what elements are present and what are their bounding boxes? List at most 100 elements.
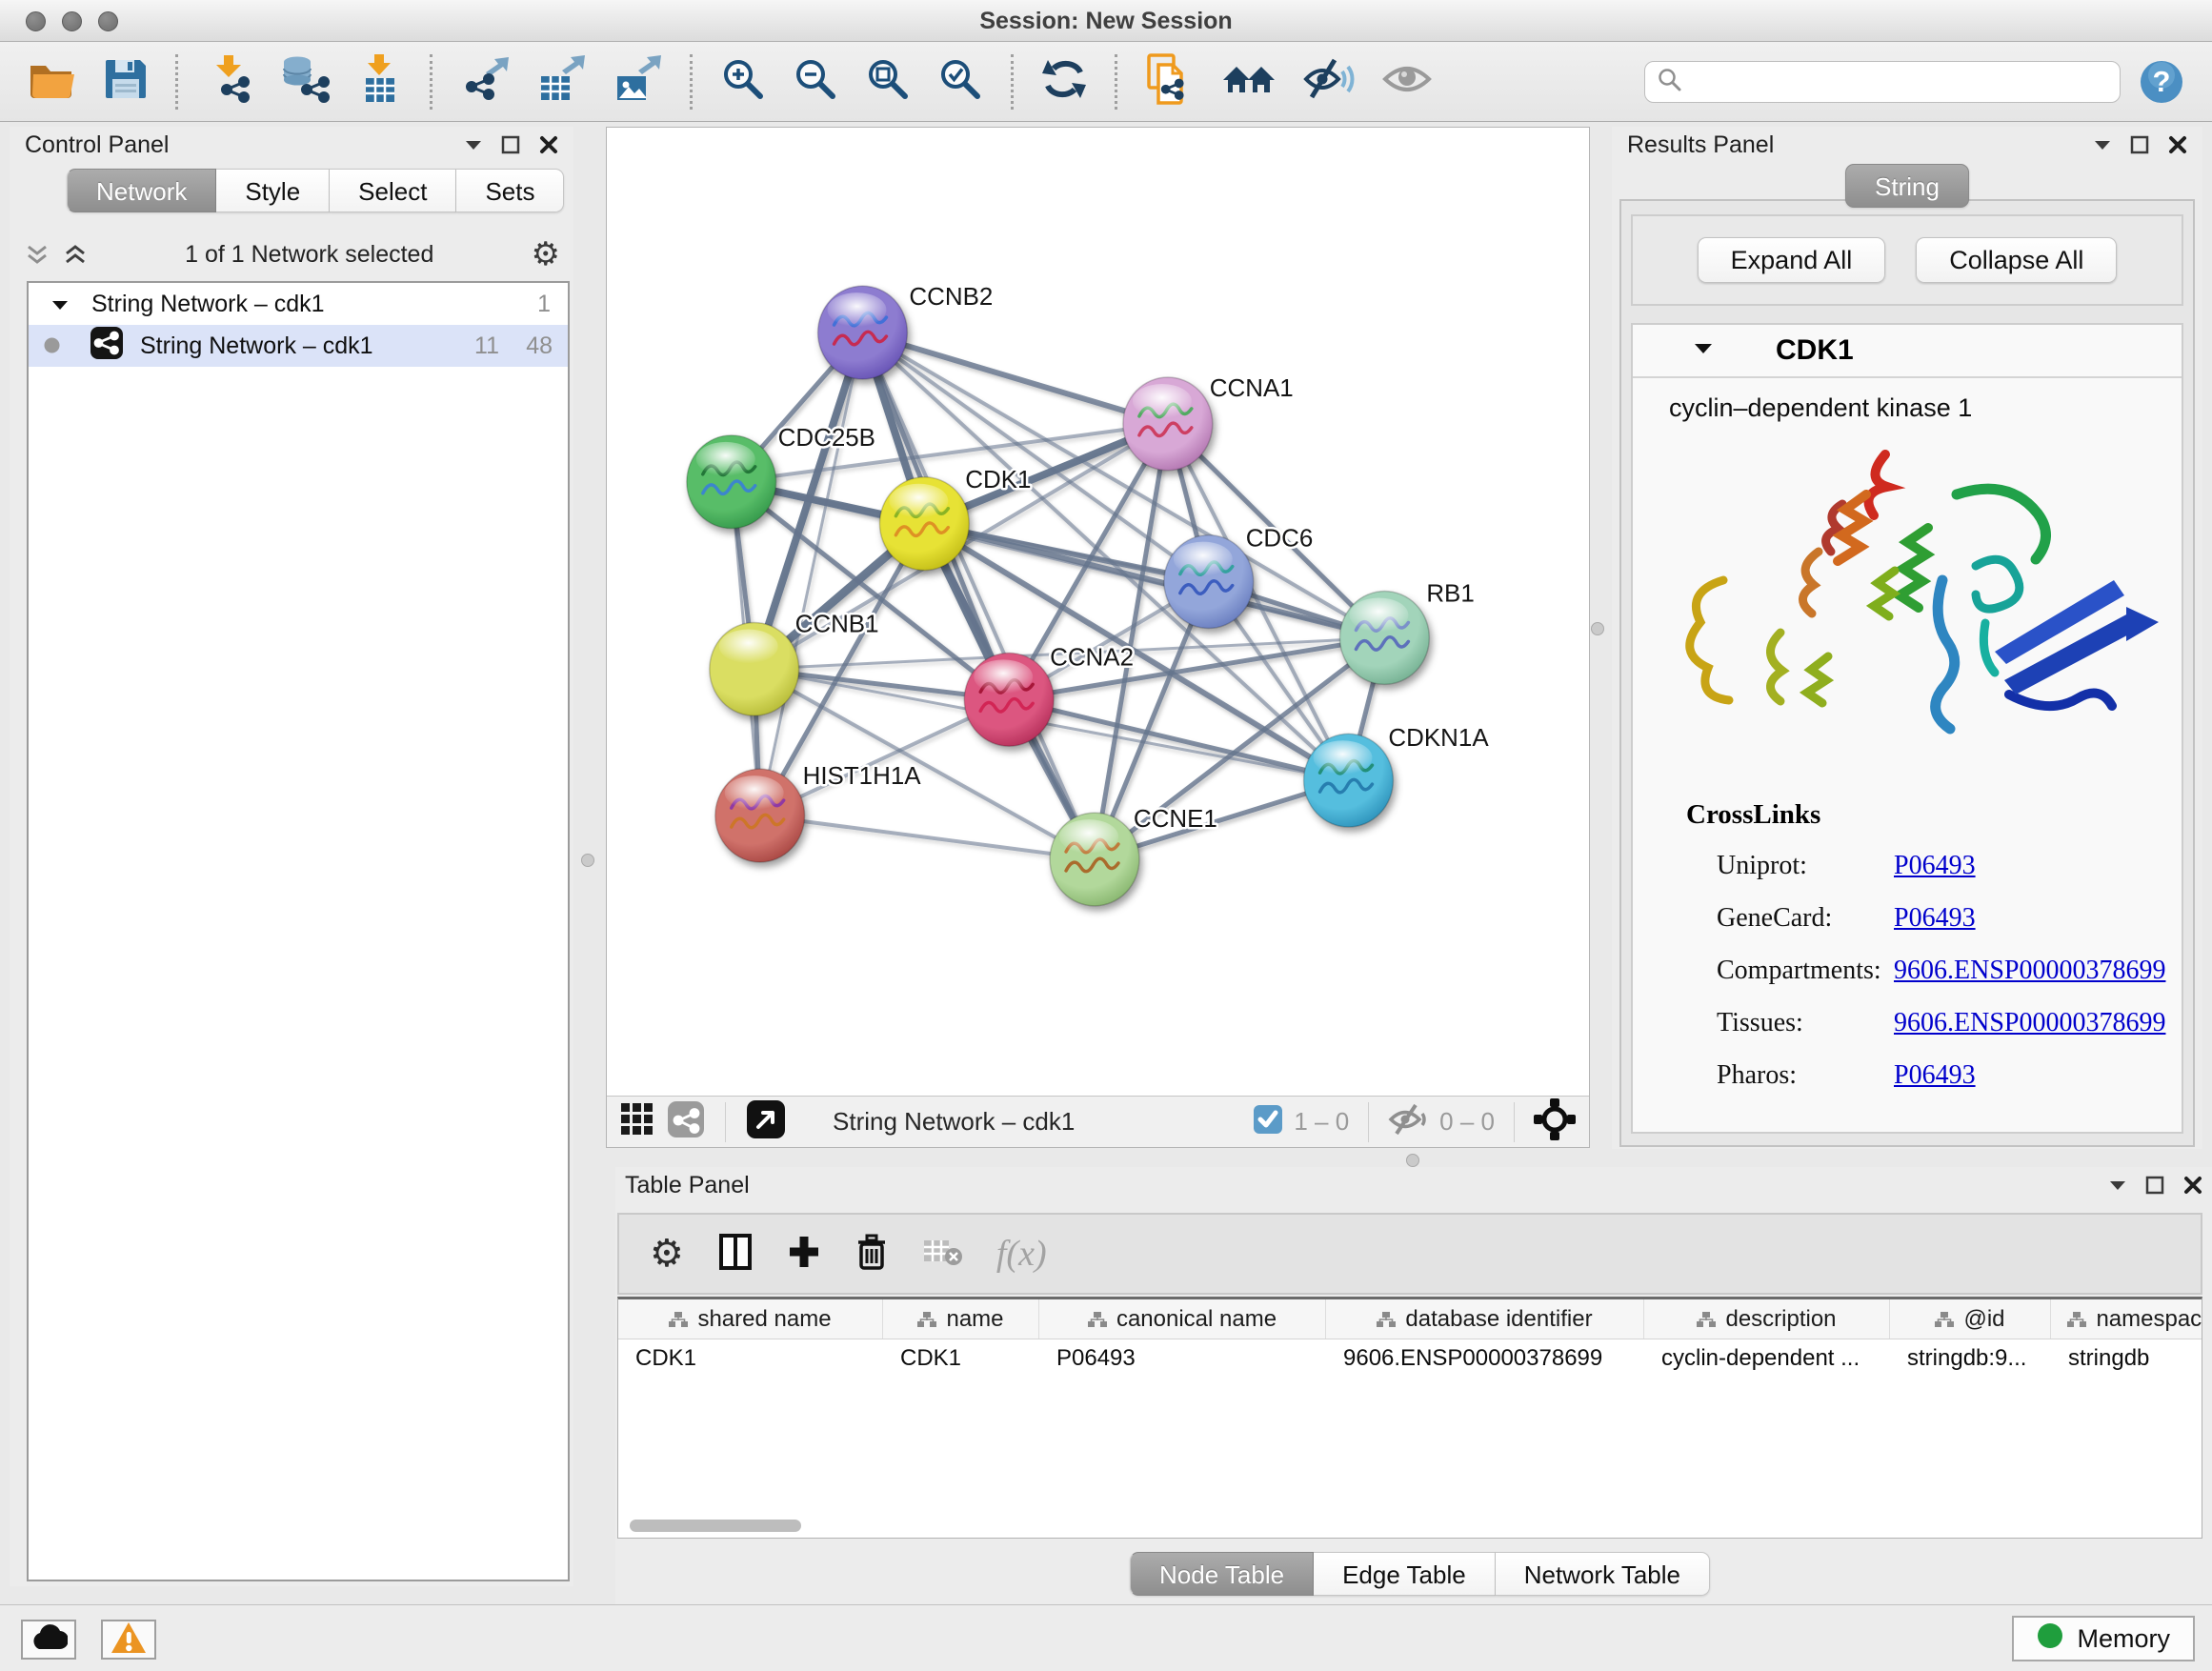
crosslink-link[interactable]: P06493 bbox=[1894, 1060, 1976, 1091]
import-network-file-button[interactable] bbox=[197, 50, 262, 112]
memory-button[interactable]: Memory bbox=[2012, 1616, 2195, 1661]
zoom-selected-button[interactable] bbox=[929, 52, 992, 111]
import-table-button[interactable] bbox=[350, 50, 411, 112]
warnings-button[interactable] bbox=[101, 1620, 156, 1660]
network-row-selected[interactable]: String Network – cdk1 11 48 bbox=[29, 325, 568, 367]
column-header-database-identifier[interactable]: database identifier bbox=[1326, 1299, 1644, 1339]
column-header-description[interactable]: description bbox=[1644, 1299, 1890, 1339]
tab-edge-table[interactable]: Edge Table bbox=[1314, 1552, 1496, 1596]
table-cell[interactable]: stringdb:9... bbox=[1890, 1339, 2051, 1378]
help-button[interactable]: ? bbox=[2130, 55, 2193, 109]
table-cell[interactable]: P06493 bbox=[1039, 1339, 1326, 1378]
zoom-in-button[interactable] bbox=[712, 52, 774, 111]
network-edge[interactable] bbox=[760, 815, 1095, 859]
network-node-CCNE1[interactable] bbox=[1050, 813, 1139, 906]
table-gear-icon[interactable]: ⚙ bbox=[650, 1235, 684, 1273]
panel-float-icon[interactable] bbox=[2145, 1176, 2164, 1195]
network-node-CCNB1[interactable] bbox=[710, 622, 799, 715]
network-canvas[interactable]: CCNB2CCNA1CDC25BCDK1CDC6RB1CCNB1CCNA2CDK… bbox=[607, 128, 1589, 1096]
collapse-all-button[interactable]: Collapse All bbox=[1916, 237, 2117, 283]
crosslink-link[interactable]: P06493 bbox=[1894, 851, 1976, 881]
cloud-button[interactable] bbox=[21, 1620, 76, 1660]
export-network-button[interactable] bbox=[452, 51, 518, 111]
save-session-button[interactable] bbox=[95, 54, 156, 109]
horizontal-splitter-handle[interactable] bbox=[1406, 1154, 1419, 1167]
panel-menu-icon[interactable] bbox=[2109, 1179, 2126, 1191]
panel-menu-icon[interactable] bbox=[465, 139, 482, 151]
tab-node-table[interactable]: Node Table bbox=[1130, 1552, 1314, 1596]
disclosure-triangle-icon[interactable] bbox=[51, 291, 69, 318]
network-node-CCNA1[interactable] bbox=[1123, 377, 1213, 471]
show-columns-icon[interactable] bbox=[718, 1233, 753, 1276]
crosslink-link[interactable]: P06493 bbox=[1894, 903, 1976, 934]
network-collection-row[interactable]: String Network – cdk1 1 bbox=[29, 283, 568, 325]
zoom-out-button[interactable] bbox=[784, 52, 847, 111]
add-column-icon[interactable] bbox=[787, 1233, 821, 1276]
table-cell[interactable]: CDK1 bbox=[883, 1339, 1039, 1378]
export-table-button[interactable] bbox=[528, 51, 594, 111]
show-all-button[interactable] bbox=[1373, 56, 1441, 107]
expand-all-button[interactable]: Expand All bbox=[1698, 237, 1886, 283]
column-header-name[interactable]: name bbox=[883, 1299, 1039, 1339]
open-session-button[interactable] bbox=[19, 54, 86, 109]
tab-select[interactable]: Select bbox=[330, 169, 456, 212]
import-network-database-button[interactable] bbox=[271, 50, 340, 112]
panel-float-icon[interactable] bbox=[2130, 135, 2149, 154]
horizontal-scrollbar[interactable] bbox=[630, 1520, 801, 1532]
panel-float-icon[interactable] bbox=[501, 135, 520, 154]
crosslink-link[interactable]: 9606.ENSP00000378699 bbox=[1894, 1008, 2165, 1038]
network-edge[interactable] bbox=[1009, 699, 1348, 780]
network-edge[interactable] bbox=[862, 332, 1167, 424]
network-node-CDC6[interactable] bbox=[1164, 535, 1254, 629]
delete-column-icon[interactable] bbox=[855, 1233, 888, 1276]
table-cell[interactable]: cyclin-dependent ... bbox=[1644, 1339, 1890, 1378]
hide-selected-button[interactable] bbox=[1295, 54, 1363, 109]
tab-network[interactable]: Network bbox=[67, 169, 216, 212]
detach-view-icon[interactable] bbox=[747, 1100, 785, 1143]
network-node-CDKN1A[interactable] bbox=[1304, 734, 1394, 827]
network-node-CDC25B[interactable] bbox=[687, 435, 776, 529]
table-cell[interactable]: 9606.ENSP00000378699 bbox=[1326, 1339, 1644, 1378]
birds-eye-grid-icon[interactable] bbox=[620, 1102, 654, 1141]
export-image-button[interactable] bbox=[604, 51, 671, 111]
panel-close-icon[interactable] bbox=[2168, 135, 2187, 154]
collapse-all-icon[interactable] bbox=[25, 242, 50, 267]
left-splitter-handle[interactable] bbox=[581, 854, 594, 867]
disclosure-triangle-icon[interactable] bbox=[1694, 341, 1713, 360]
network-node-CCNA2[interactable] bbox=[964, 653, 1054, 746]
column-header-canonical-name[interactable]: canonical name bbox=[1039, 1299, 1326, 1339]
table-row[interactable]: CDK1CDK1P064939606.ENSP00000378699cyclin… bbox=[618, 1339, 2202, 1378]
tab-network-table[interactable]: Network Table bbox=[1496, 1552, 1710, 1596]
home-panels-button[interactable] bbox=[1213, 54, 1285, 109]
zoom-fit-button[interactable] bbox=[856, 52, 919, 111]
column-header-namespace[interactable]: namespace bbox=[2051, 1299, 2202, 1339]
refresh-button[interactable] bbox=[1033, 53, 1096, 110]
tab-string[interactable]: String bbox=[1845, 164, 1969, 208]
protein-section-header[interactable]: CDK1 bbox=[1633, 325, 2182, 378]
column-header-@id[interactable]: @id bbox=[1890, 1299, 2051, 1339]
table-cell[interactable]: stringdb bbox=[2051, 1339, 2202, 1378]
crosshair-icon[interactable] bbox=[1534, 1098, 1576, 1145]
tab-style[interactable]: Style bbox=[216, 169, 330, 212]
network-node-RB1[interactable] bbox=[1340, 592, 1430, 685]
crosslink-link[interactable]: 9606.ENSP00000378699 bbox=[1894, 956, 2165, 986]
panel-close-icon[interactable] bbox=[539, 135, 558, 154]
right-splitter-handle[interactable] bbox=[1591, 622, 1604, 635]
selected-checkbox-icon[interactable] bbox=[1254, 1105, 1282, 1138]
tab-sets[interactable]: Sets bbox=[456, 169, 564, 212]
hidden-eye-slash-icon[interactable] bbox=[1388, 1103, 1428, 1140]
table-cell[interactable]: CDK1 bbox=[618, 1339, 883, 1378]
share-view-icon[interactable] bbox=[668, 1101, 704, 1142]
panel-menu-icon[interactable] bbox=[2094, 139, 2111, 151]
network-node-HIST1H1A[interactable] bbox=[715, 769, 805, 862]
network-documents-button[interactable] bbox=[1136, 50, 1203, 113]
panel-close-icon[interactable] bbox=[2183, 1176, 2202, 1195]
gear-icon[interactable]: ⚙ bbox=[532, 238, 560, 271]
function-builder-icon[interactable]: f(x) bbox=[996, 1233, 1047, 1275]
expand-all-icon[interactable] bbox=[63, 242, 88, 267]
search-input[interactable] bbox=[1681, 64, 2108, 100]
column-header-shared-name[interactable]: shared name bbox=[618, 1299, 883, 1339]
network-node-CCNB2[interactable] bbox=[818, 286, 908, 379]
delete-table-icon[interactable] bbox=[922, 1237, 962, 1272]
network-node-CDK1[interactable] bbox=[879, 477, 969, 571]
